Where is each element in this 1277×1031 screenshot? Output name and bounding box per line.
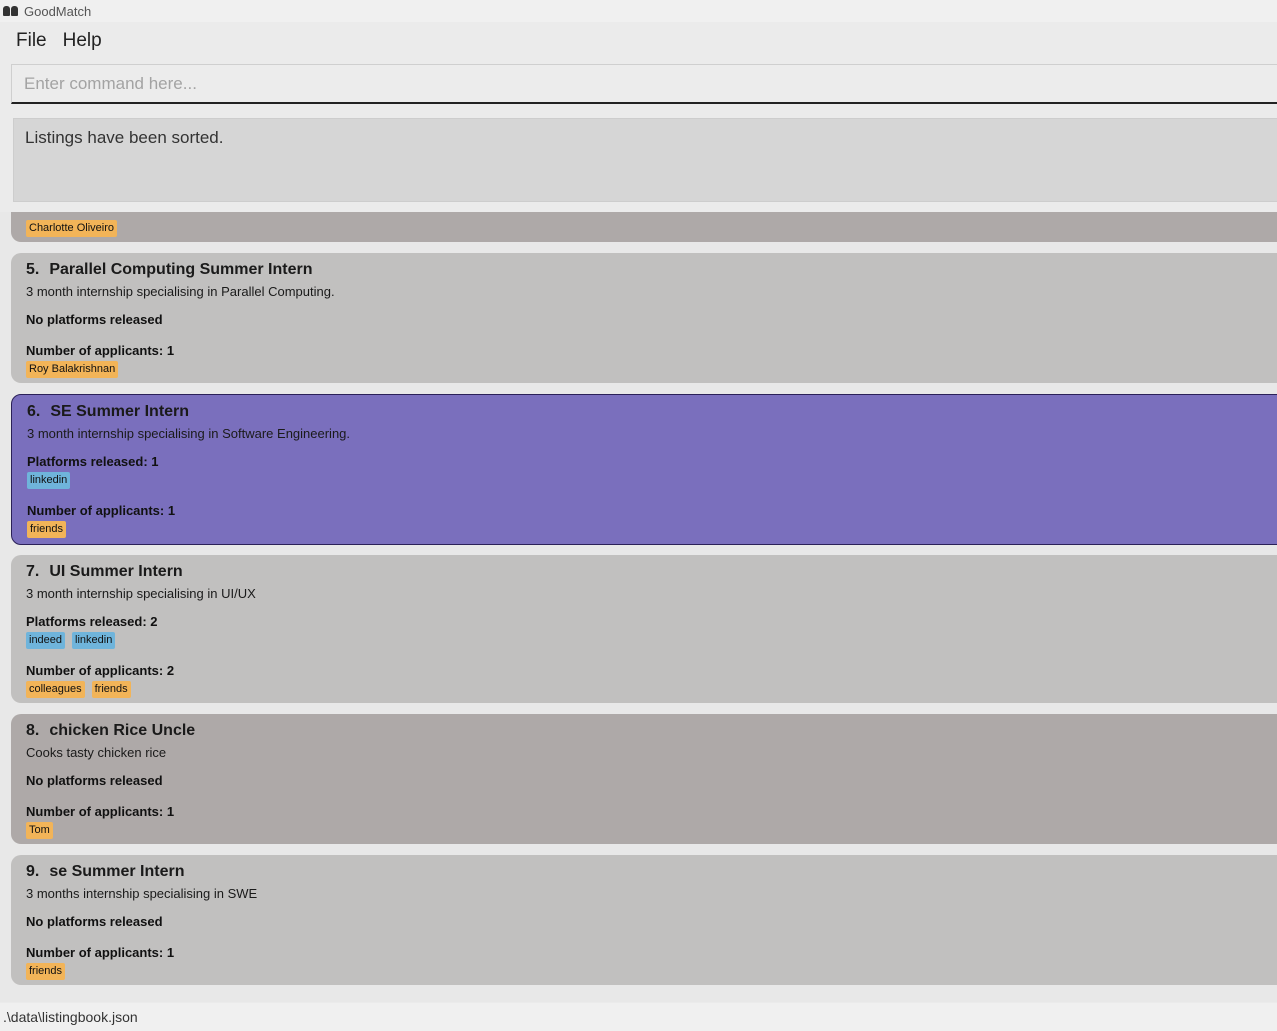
command-box — [11, 64, 1277, 104]
platform-tag: linkedin — [72, 632, 116, 649]
menu-file[interactable]: File — [8, 30, 55, 52]
listing-description: 3 month internship specialising in UI/UX — [26, 586, 256, 601]
listing-title: 9. se Summer Intern — [26, 863, 185, 880]
applicants-label: Number of applicants: 1 — [27, 503, 176, 518]
listing-card-selected[interactable]: 6. SE Summer Intern 3 month internship sp… — [11, 394, 1277, 545]
result-message: Listings have been sorted. — [25, 128, 224, 147]
applicants-label: Number of applicants: 1 — [26, 804, 175, 819]
platforms-label: No platforms released — [26, 914, 163, 929]
applicant-tag: Charlotte Oliveiro — [26, 220, 117, 237]
listing-card[interactable]: Charlotte Oliveiro — [11, 212, 1277, 242]
applicant-tag: Roy Balakrishnan — [26, 361, 119, 378]
listing-description: 3 month internship specialising in Paral… — [26, 284, 335, 299]
platform-tag: indeed — [26, 632, 66, 649]
platforms-label: Platforms released: 1 — [27, 454, 159, 469]
listing-title: 6. SE Summer Intern — [27, 403, 190, 420]
platforms-label: No platforms released — [26, 312, 163, 327]
listing-title: 7. UI Summer Intern — [26, 563, 183, 580]
platforms-label: No platforms released — [26, 773, 163, 788]
title-bar: GoodMatch — [0, 0, 1277, 22]
listing-title: 8. chicken Rice Uncle — [26, 722, 196, 739]
command-input[interactable] — [12, 65, 1277, 102]
applicant-tag: friends — [26, 963, 66, 980]
save-file-path: .\data\listingbook.json — [3, 1009, 138, 1025]
listing-card[interactable]: 5. Parallel Computing Summer Intern 3 mon… — [11, 253, 1277, 383]
platform-tag: linkedin — [27, 472, 71, 489]
menu-bar: File Help — [0, 22, 1277, 60]
applicants-label: Number of applicants: 1 — [26, 945, 175, 960]
listing-list[interactable]: Charlotte Oliveiro 5. Parallel Computing … — [0, 212, 1277, 1002]
applicants-label: Number of applicants: 1 — [26, 343, 175, 358]
applicant-tag: friends — [91, 681, 131, 698]
applicant-tag: Tom — [26, 822, 53, 839]
applicants-label: Number of applicants: 2 — [26, 663, 175, 678]
listing-title: 5. Parallel Computing Summer Intern — [26, 261, 313, 278]
listing-description: 3 months internship specialising in SWE — [26, 886, 258, 901]
app-binoculars-icon — [3, 5, 19, 17]
platforms-label: Platforms released: 2 — [26, 614, 158, 629]
applicant-tag: friends — [27, 521, 67, 538]
window-title: GoodMatch — [24, 3, 92, 19]
listing-card[interactable]: 7. UI Summer Intern 3 month internship sp… — [11, 555, 1277, 703]
listing-description: 3 month internship specialising in Softw… — [27, 426, 351, 441]
result-display: Listings have been sorted. — [13, 118, 1277, 202]
listing-card[interactable]: 9. se Summer Intern 3 months internship s… — [11, 855, 1277, 985]
listing-card[interactable]: 8. chicken Rice Uncle Cooks tasty chicken… — [11, 714, 1277, 844]
status-bar: .\data\listingbook.json — [0, 1003, 1277, 1031]
menu-help[interactable]: Help — [55, 30, 110, 52]
applicant-tag: colleagues — [26, 681, 85, 698]
listing-description: Cooks tasty chicken rice — [26, 745, 167, 760]
